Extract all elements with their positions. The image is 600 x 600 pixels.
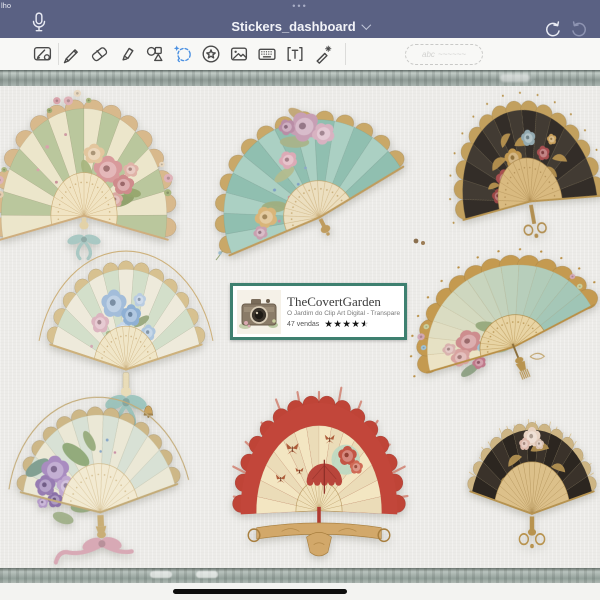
sales-count: 47 vendas (287, 320, 320, 328)
seed-sprig-decoration (413, 238, 425, 245)
shop-tagline: O Jardim do Clip Art Digital - Transpare… (287, 309, 400, 317)
app-screen: ••• lho Stickers_dashboard abc ~~~~~~ Th… (0, 0, 600, 600)
star-rating: ★★★★★ ★★★★★ (324, 319, 369, 329)
stars-fill: ★★★★★ (324, 319, 365, 329)
keyboard-tool-icon[interactable] (257, 44, 277, 64)
redo-button[interactable] (572, 21, 588, 37)
shapes-tool-icon[interactable] (145, 44, 165, 64)
eraser-tool-icon[interactable] (89, 44, 109, 64)
sticker-fan-red-butterfly[interactable] (230, 386, 409, 572)
navbar: ••• lho Stickers_dashboard (0, 0, 600, 38)
sticker-fan-ivory-lilac[interactable] (5, 393, 192, 582)
handwriting-hint-area: abc ~~~~~~ (405, 44, 483, 65)
tablet-bezel (0, 583, 600, 600)
sticker-fan-cream-sage[interactable] (0, 89, 177, 266)
sticker-fan-black-gold-small[interactable] (458, 404, 600, 574)
sparkle-icon (173, 45, 180, 52)
document-title-dropdown[interactable]: Stickers_dashboard (231, 19, 372, 34)
hint-text: abc (422, 50, 435, 59)
editor-settings-icon[interactable] (33, 44, 53, 64)
toolbar-divider (58, 43, 59, 65)
undo-button[interactable] (544, 21, 560, 37)
toolbar: abc ~~~~~~ (0, 38, 600, 71)
highlighter-tool-icon[interactable] (117, 44, 137, 64)
notes-canvas[interactable]: TheCovertGarden O Jardim do Clip Art Dig… (0, 86, 600, 568)
more-options-dots[interactable]: ••• (0, 1, 600, 11)
hint-squiggle: ~~~~~~ (437, 50, 466, 59)
chevron-down-icon (361, 20, 372, 31)
text-tool-icon[interactable] (285, 44, 305, 64)
tablet-bottom-edge (0, 568, 600, 583)
page-title: Stickers_dashboard (231, 19, 356, 34)
stickers-tool-icon[interactable] (201, 44, 221, 64)
pen-tool-icon[interactable] (61, 44, 81, 64)
lasso-tool-icon[interactable] (173, 44, 193, 64)
microphone-icon[interactable] (31, 12, 47, 34)
cut-off-text: lho (1, 1, 12, 10)
home-indicator (173, 589, 347, 594)
image-tool-icon[interactable] (229, 44, 249, 64)
shop-name: TheCovertGarden (287, 294, 381, 309)
